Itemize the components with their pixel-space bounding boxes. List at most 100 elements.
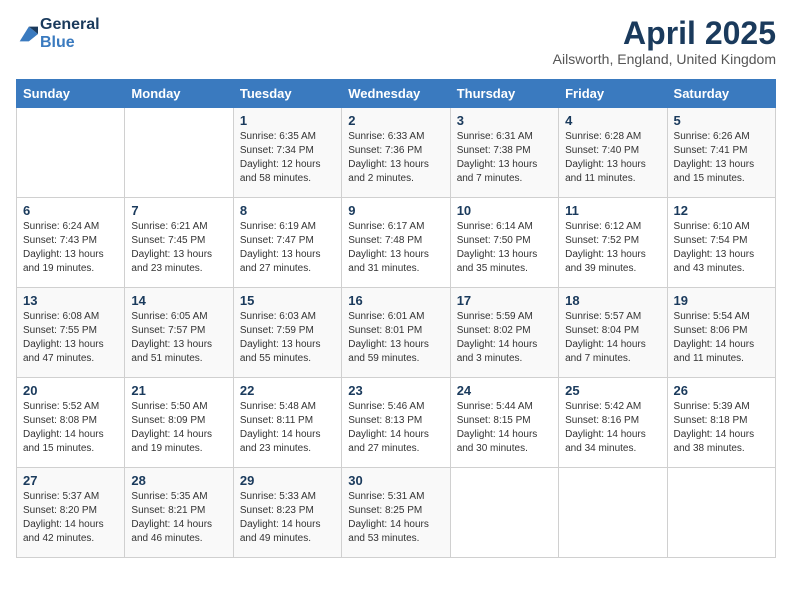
calendar-cell: 1Sunrise: 6:35 AMSunset: 7:34 PMDaylight… [233, 108, 341, 198]
calendar-cell: 16Sunrise: 6:01 AMSunset: 8:01 PMDayligh… [342, 288, 450, 378]
calendar-cell: 11 Sunrise: 6:12 AMSunset: 7:52 PMDayligh… [559, 198, 667, 288]
day-info: Sunrise: 6:31 AMSunset: 7:38 PMDaylight:… [457, 130, 552, 186]
day-info: Sunrise: 5:54 AMSunset: 8:06 PMDaylight:… [674, 310, 769, 366]
title-block: April 2025 Ailsworth, England, United Ki… [553, 16, 776, 67]
calendar-cell: 4 Sunrise: 6:28 AMSunset: 7:40 PMDaylight… [559, 108, 667, 198]
col-header-sunday: Sunday [17, 80, 125, 108]
day-number: 20 [23, 383, 118, 398]
day-info: Sunrise: 6:12 AMSunset: 7:52 PMDaylight:… [565, 220, 660, 276]
day-info: Sunrise: 6:35 AMSunset: 7:34 PMDaylight:… [240, 130, 335, 186]
day-info: Sunrise: 6:08 AMSunset: 7:55 PMDaylight:… [23, 310, 118, 366]
day-info: Sunrise: 5:44 AMSunset: 8:15 PMDaylight:… [457, 400, 552, 456]
day-info: Sunrise: 5:50 AMSunset: 8:09 PMDaylight:… [131, 400, 226, 456]
calendar-cell: 14Sunrise: 6:05 AMSunset: 7:57 PMDayligh… [125, 288, 233, 378]
day-number: 30 [348, 473, 443, 488]
calendar-cell: 22 Sunrise: 5:48 AMSunset: 8:11 PMDayligh… [233, 378, 341, 468]
day-number: 19 [674, 293, 769, 308]
col-header-friday: Friday [559, 80, 667, 108]
day-number: 23 [348, 383, 443, 398]
day-info: Sunrise: 6:14 AMSunset: 7:50 PMDaylight:… [457, 220, 552, 276]
logo: General Blue [16, 16, 100, 51]
calendar-cell: 26Sunrise: 5:39 AMSunset: 8:18 PMDayligh… [667, 378, 775, 468]
day-info: Sunrise: 6:19 AMSunset: 7:47 PMDaylight:… [240, 220, 335, 276]
day-number: 13 [23, 293, 118, 308]
calendar-cell: 8 Sunrise: 6:19 AMSunset: 7:47 PMDaylight… [233, 198, 341, 288]
calendar-cell: 21 Sunrise: 5:50 AMSunset: 8:09 PMDayligh… [125, 378, 233, 468]
day-number: 11 [565, 203, 660, 218]
day-info: Sunrise: 5:42 AMSunset: 8:16 PMDaylight:… [565, 400, 660, 456]
calendar-cell: 17 Sunrise: 5:59 AMSunset: 8:02 PMDayligh… [450, 288, 558, 378]
calendar-week-5: 27 Sunrise: 5:37 AMSunset: 8:20 PMDayligh… [17, 468, 776, 558]
day-number: 2 [348, 113, 443, 128]
day-number: 18 [565, 293, 660, 308]
calendar-cell: 25Sunrise: 5:42 AMSunset: 8:16 PMDayligh… [559, 378, 667, 468]
day-info: Sunrise: 5:59 AMSunset: 8:02 PMDaylight:… [457, 310, 552, 366]
calendar-cell [450, 468, 558, 558]
day-number: 9 [348, 203, 443, 218]
calendar-cell: 3 Sunrise: 6:31 AMSunset: 7:38 PMDaylight… [450, 108, 558, 198]
month-title: April 2025 [553, 16, 776, 51]
day-number: 17 [457, 293, 552, 308]
day-number: 28 [131, 473, 226, 488]
day-info: Sunrise: 5:52 AMSunset: 8:08 PMDaylight:… [23, 400, 118, 456]
day-number: 8 [240, 203, 335, 218]
calendar-cell: 6 Sunrise: 6:24 AMSunset: 7:43 PMDaylight… [17, 198, 125, 288]
day-info: Sunrise: 6:03 AMSunset: 7:59 PMDaylight:… [240, 310, 335, 366]
calendar-week-3: 13 Sunrise: 6:08 AMSunset: 7:55 PMDayligh… [17, 288, 776, 378]
calendar-cell: 30Sunrise: 5:31 AMSunset: 8:25 PMDayligh… [342, 468, 450, 558]
col-header-monday: Monday [125, 80, 233, 108]
day-number: 7 [131, 203, 226, 218]
day-number: 27 [23, 473, 118, 488]
day-info: Sunrise: 5:48 AMSunset: 8:11 PMDaylight:… [240, 400, 335, 456]
logo-icon [16, 23, 38, 45]
day-number: 10 [457, 203, 552, 218]
day-number: 15 [240, 293, 335, 308]
calendar-cell: 28 Sunrise: 5:35 AMSunset: 8:21 PMDayligh… [125, 468, 233, 558]
calendar-cell [667, 468, 775, 558]
col-header-thursday: Thursday [450, 80, 558, 108]
logo-text-line2: Blue [40, 34, 100, 52]
day-number: 4 [565, 113, 660, 128]
col-header-wednesday: Wednesday [342, 80, 450, 108]
calendar-week-2: 6 Sunrise: 6:24 AMSunset: 7:43 PMDaylight… [17, 198, 776, 288]
calendar-header-row: SundayMondayTuesdayWednesdayThursdayFrid… [17, 80, 776, 108]
day-info: Sunrise: 6:26 AMSunset: 7:41 PMDaylight:… [674, 130, 769, 186]
col-header-tuesday: Tuesday [233, 80, 341, 108]
day-info: Sunrise: 6:33 AMSunset: 7:36 PMDaylight:… [348, 130, 443, 186]
calendar-week-4: 20 Sunrise: 5:52 AMSunset: 8:08 PMDayligh… [17, 378, 776, 468]
calendar-cell [125, 108, 233, 198]
col-header-saturday: Saturday [667, 80, 775, 108]
calendar-cell: 9 Sunrise: 6:17 AMSunset: 7:48 PMDaylight… [342, 198, 450, 288]
calendar-cell: 24 Sunrise: 5:44 AMSunset: 8:15 PMDayligh… [450, 378, 558, 468]
day-info: Sunrise: 6:28 AMSunset: 7:40 PMDaylight:… [565, 130, 660, 186]
calendar-cell: 27 Sunrise: 5:37 AMSunset: 8:20 PMDayligh… [17, 468, 125, 558]
day-info: Sunrise: 6:01 AMSunset: 8:01 PMDaylight:… [348, 310, 443, 366]
calendar-cell: 5 Sunrise: 6:26 AMSunset: 7:41 PMDaylight… [667, 108, 775, 198]
day-number: 22 [240, 383, 335, 398]
day-number: 26 [674, 383, 769, 398]
day-info: Sunrise: 5:37 AMSunset: 8:20 PMDaylight:… [23, 490, 118, 546]
day-number: 29 [240, 473, 335, 488]
day-number: 12 [674, 203, 769, 218]
calendar-week-1: 1Sunrise: 6:35 AMSunset: 7:34 PMDaylight… [17, 108, 776, 198]
calendar-cell: 19 Sunrise: 5:54 AMSunset: 8:06 PMDayligh… [667, 288, 775, 378]
calendar-cell: 13 Sunrise: 6:08 AMSunset: 7:55 PMDayligh… [17, 288, 125, 378]
day-number: 3 [457, 113, 552, 128]
calendar-cell: 20 Sunrise: 5:52 AMSunset: 8:08 PMDayligh… [17, 378, 125, 468]
day-info: Sunrise: 6:21 AMSunset: 7:45 PMDaylight:… [131, 220, 226, 276]
calendar-cell: 10 Sunrise: 6:14 AMSunset: 7:50 PMDayligh… [450, 198, 558, 288]
day-number: 24 [457, 383, 552, 398]
calendar-cell: 29Sunrise: 5:33 AMSunset: 8:23 PMDayligh… [233, 468, 341, 558]
day-number: 6 [23, 203, 118, 218]
day-number: 5 [674, 113, 769, 128]
location: Ailsworth, England, United Kingdom [553, 51, 776, 67]
calendar-cell: 2 Sunrise: 6:33 AMSunset: 7:36 PMDaylight… [342, 108, 450, 198]
logo-text-line1: General [40, 16, 100, 34]
day-info: Sunrise: 6:17 AMSunset: 7:48 PMDaylight:… [348, 220, 443, 276]
day-info: Sunrise: 6:24 AMSunset: 7:43 PMDaylight:… [23, 220, 118, 276]
calendar-cell: 7 Sunrise: 6:21 AMSunset: 7:45 PMDaylight… [125, 198, 233, 288]
calendar-cell [559, 468, 667, 558]
day-number: 21 [131, 383, 226, 398]
day-info: Sunrise: 5:35 AMSunset: 8:21 PMDaylight:… [131, 490, 226, 546]
calendar-cell [17, 108, 125, 198]
